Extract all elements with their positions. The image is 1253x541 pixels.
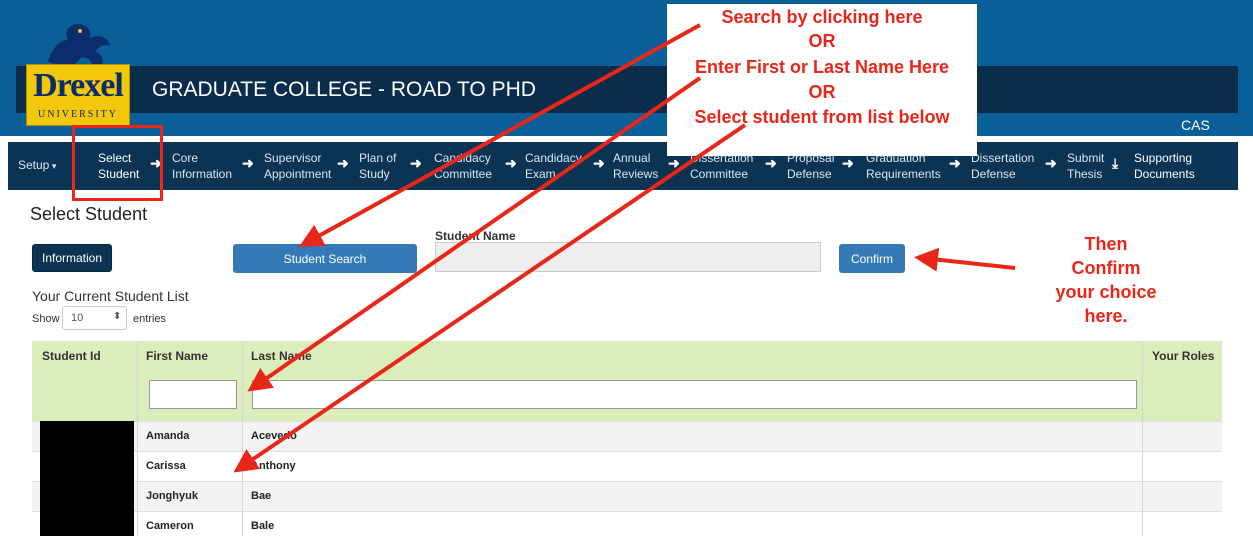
arrow-to-student-list	[233, 123, 747, 473]
arrow-to-confirm-button	[914, 247, 1016, 272]
app-window: Drexel UNIVERSITY GRADUATE COLLEGE - ROA…	[0, 0, 1253, 541]
arrow-to-search-button	[299, 23, 701, 247]
annotation-arrows	[233, 23, 1016, 473]
